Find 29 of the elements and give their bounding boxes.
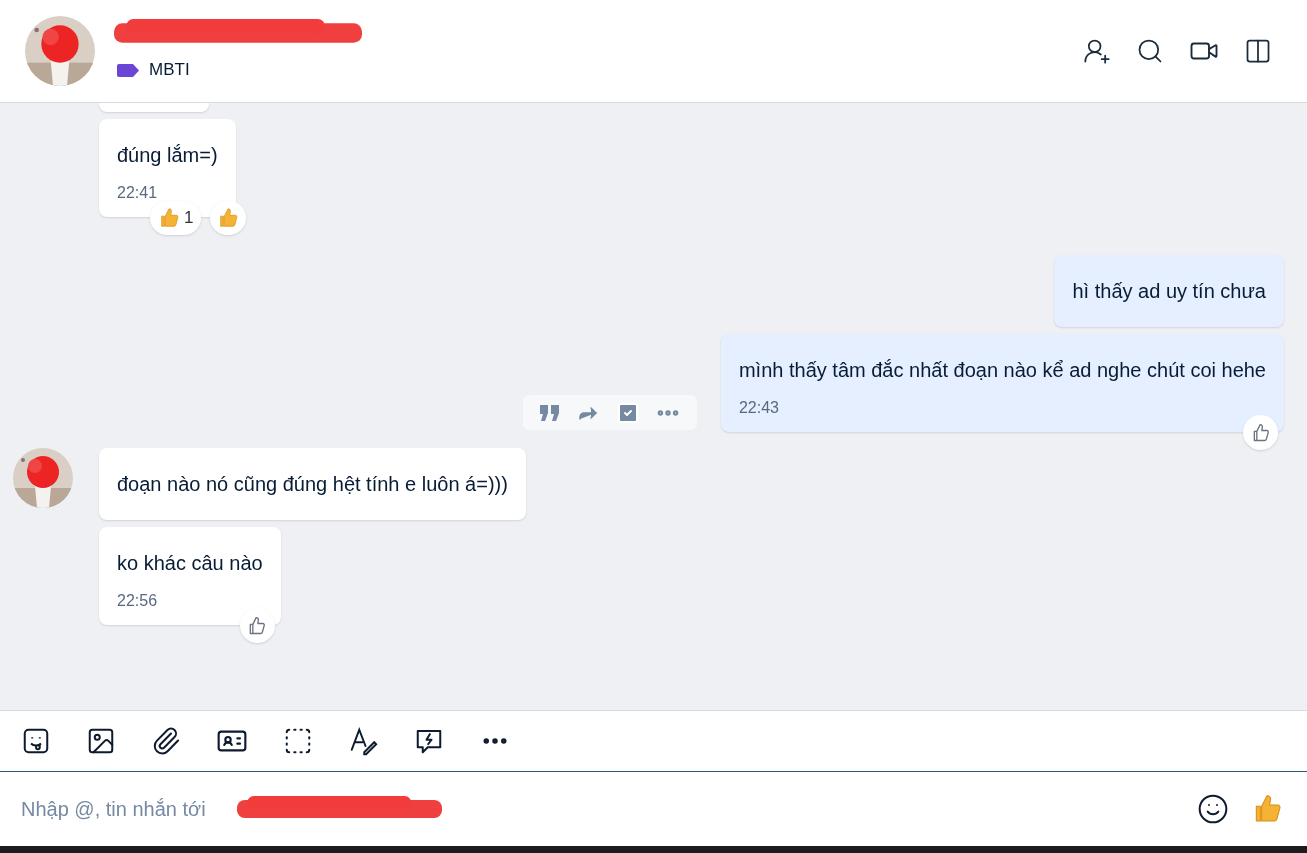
message-text: mình thấy tâm đắc nhất đoạn nào kể ad nghe chút coi hehe (738, 358, 1266, 383)
message-text: đúng lắm=) (117, 143, 218, 168)
message-time: 22:43 (738, 398, 780, 418)
message-text: hì thấy ad uy tín chưa (1072, 279, 1266, 304)
message-time: 22:41 (117, 183, 159, 203)
quote-icon[interactable] (538, 402, 561, 423)
search-icon[interactable] (1136, 37, 1164, 65)
screenshot-icon[interactable] (283, 726, 313, 756)
thumbs-up-icon (217, 207, 239, 229)
paperclip-icon[interactable] (151, 726, 181, 756)
conversation-tag: MBTI (149, 57, 190, 83)
message-text: đoạn nào nó cũng đúng hệt tính e luôn á=))) (117, 472, 508, 497)
add-member-icon[interactable] (1083, 37, 1111, 65)
react-button[interactable] (239, 608, 275, 643)
tag-icon (117, 63, 139, 77)
image-icon[interactable] (86, 726, 116, 756)
side-panel-icon[interactable] (1244, 37, 1272, 65)
message-input-field[interactable]: Nhập @, tin nhắn tới (21, 794, 237, 824)
task-add-icon[interactable] (615, 400, 640, 425)
message-time: 22:56 (117, 591, 159, 611)
text-format-icon[interactable] (348, 726, 378, 756)
emoji-icon[interactable] (1197, 793, 1229, 825)
thumbs-up-icon (158, 207, 180, 229)
reaction-pill[interactable]: 1 (150, 201, 202, 235)
thumbs-up-icon (247, 615, 268, 636)
react-button[interactable] (1243, 415, 1278, 450)
message-text: ko khác câu nào (117, 551, 263, 576)
reaction-count: 1 (184, 207, 194, 230)
sticker-icon[interactable] (21, 726, 51, 756)
